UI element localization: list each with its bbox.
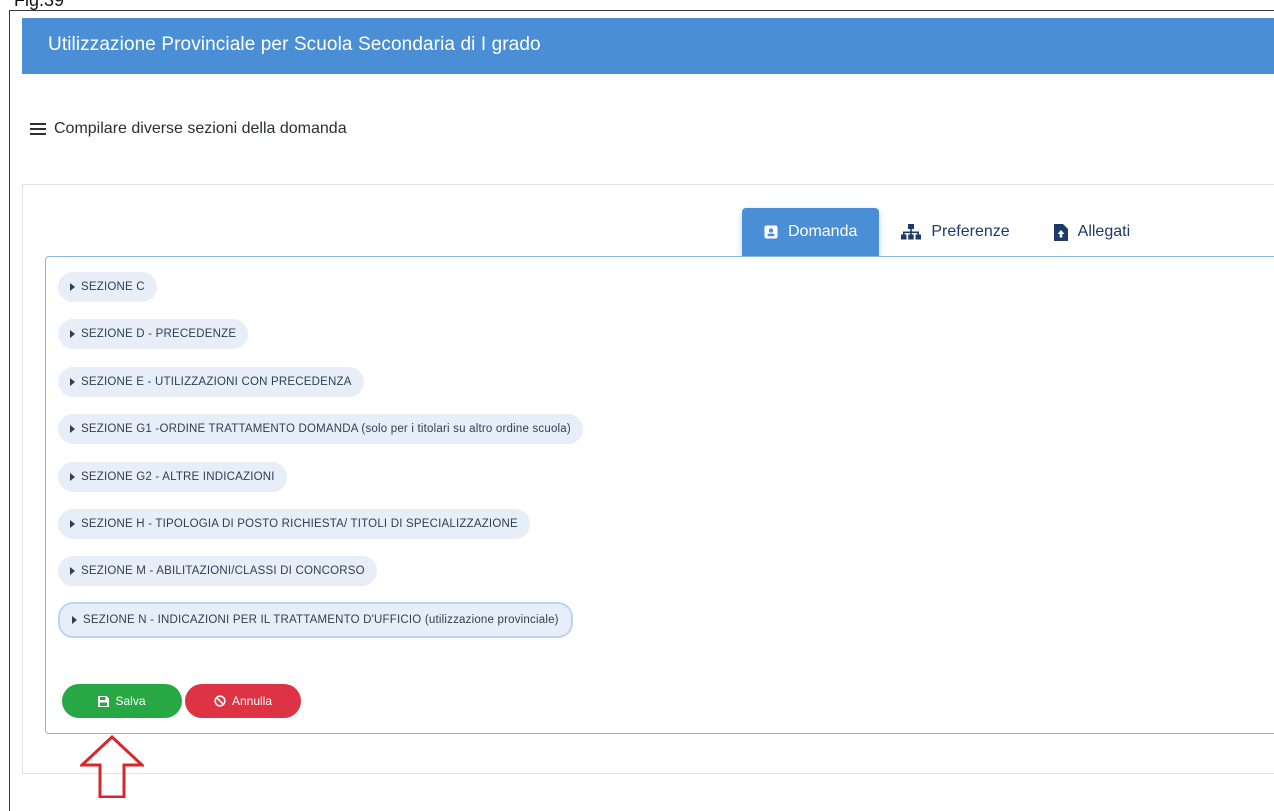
tab-label: Domanda: [788, 223, 858, 240]
caret-right-icon: [70, 425, 75, 433]
caret-right-icon: [70, 330, 75, 338]
section-d[interactable]: SEZIONE D - PRECEDENZE: [58, 319, 249, 349]
tab-domanda[interactable]: Domanda: [742, 208, 880, 256]
section-heading: Compilare diverse sezioni della domanda: [30, 120, 347, 138]
caret-right-icon: [70, 473, 75, 481]
section-label: SEZIONE G2 - ALTRE INDICAZIONI: [81, 471, 275, 483]
caret-right-icon: [70, 283, 75, 291]
caret-right-icon: [72, 616, 77, 624]
section-h[interactable]: SEZIONE H - TIPOLOGIA DI POSTO RICHIESTA…: [58, 509, 530, 539]
section-e[interactable]: SEZIONE E - UTILIZZAZIONI CON PRECEDENZA: [58, 367, 364, 397]
section-n[interactable]: SEZIONE N - INDICAZIONI PER IL TRATTAMEN…: [58, 602, 573, 638]
tab-label: Allegati: [1077, 223, 1131, 240]
page-title: Utilizzazione Provinciale per Scuola Sec…: [48, 34, 541, 55]
section-label: SEZIONE H - TIPOLOGIA DI POSTO RICHIESTA…: [81, 518, 518, 530]
tab-bar: Domanda Preferenze Allegati: [742, 208, 1152, 256]
tab-preferenze[interactable]: Preferenze: [879, 208, 1031, 256]
section-label: SEZIONE N - INDICAZIONI PER IL TRATTAMEN…: [83, 614, 559, 626]
ban-icon: [214, 695, 226, 707]
section-label: SEZIONE M - ABILITAZIONI/CLASSI DI CONCO…: [81, 565, 365, 577]
tab-allegati[interactable]: Allegati: [1032, 208, 1152, 256]
section-c[interactable]: SEZIONE C: [58, 272, 157, 302]
section-label: SEZIONE D - PRECEDENZE: [81, 328, 237, 340]
save-button-label: Salva: [115, 694, 146, 708]
caret-right-icon: [70, 567, 75, 575]
file-upload-icon: [1053, 223, 1068, 241]
floppy-disk-icon: [98, 695, 110, 707]
section-g1[interactable]: SEZIONE G1 -ORDINE TRATTAMENTO DOMANDA (…: [58, 414, 583, 444]
annotation-arrow-up-icon: [80, 735, 144, 798]
sitemap-icon: [901, 224, 922, 240]
caret-right-icon: [70, 520, 75, 528]
tab-label: Preferenze: [931, 223, 1010, 240]
section-label: SEZIONE G1 -ORDINE TRATTAMENTO DOMANDA (…: [81, 423, 571, 435]
section-label: SEZIONE C: [81, 281, 145, 293]
user-card-icon: [764, 225, 778, 239]
section-label: SEZIONE E - UTILIZZAZIONI CON PRECEDENZA: [81, 376, 352, 388]
section-g2[interactable]: SEZIONE G2 - ALTRE INDICAZIONI: [58, 462, 287, 492]
menu-icon: [30, 120, 46, 138]
section-m[interactable]: SEZIONE M - ABILITAZIONI/CLASSI DI CONCO…: [58, 556, 377, 586]
save-button[interactable]: Salva: [62, 684, 182, 718]
page-header: Utilizzazione Provinciale per Scuola Sec…: [22, 18, 1274, 74]
caret-right-icon: [70, 378, 75, 386]
cancel-button-label: Annulla: [231, 694, 273, 708]
cancel-button[interactable]: Annulla: [185, 684, 301, 718]
section-heading-text: Compilare diverse sezioni della domanda: [54, 120, 347, 137]
